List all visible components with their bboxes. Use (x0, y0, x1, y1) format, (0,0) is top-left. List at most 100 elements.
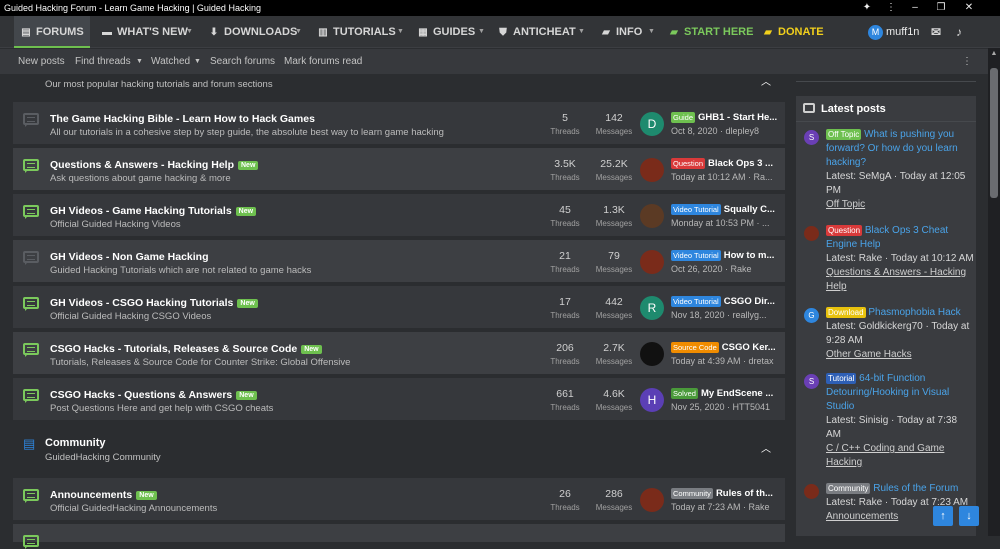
forum-node[interactable]: CSGO Hacks - Questions & Answers New Post … (13, 378, 785, 422)
last-post[interactable]: Video Tutorial CSGO Dir... Nov 18, 2020 · … (671, 296, 781, 320)
subnav-watched[interactable]: Watched (151, 49, 190, 74)
last-post[interactable]: Community Rules of th... Today at 7:23 AM… (671, 488, 781, 512)
category-header-community: ▤ Community GuidedHacking Community ︿ (13, 434, 785, 478)
comment-icon: ▬ (102, 27, 112, 38)
chevron-down-icon[interactable]: ▼ (186, 16, 193, 48)
avatar[interactable]: D (640, 112, 664, 136)
window-titlebar: Guided Hacking Forum - Learn Game Hackin… (0, 0, 1000, 16)
avatar[interactable]: H (640, 388, 664, 412)
scroll-bottom-button[interactable]: ↓ (959, 506, 979, 526)
mail-icon[interactable]: ✉ (931, 16, 941, 48)
forum-node[interactable]: GH Videos - CSGO Hacking Tutorials New Off… (13, 286, 785, 330)
subnav-search-forums[interactable]: Search forums (210, 49, 275, 74)
node-title[interactable]: CSGO Hacks - Questions & Answers New (50, 389, 257, 401)
prefix-badge: Question (826, 225, 863, 236)
more-icon[interactable]: ⋮ (880, 0, 902, 16)
node-title[interactable]: Announcements New (50, 489, 157, 501)
close-icon[interactable]: ✕ (958, 0, 980, 16)
forum-link[interactable]: Other Game Hacks (826, 349, 912, 360)
nav-guides[interactable]: ▦ GUIDES (417, 16, 475, 48)
message-count: 1.3K Messages (595, 204, 633, 228)
category-title[interactable]: Community (45, 437, 106, 449)
avatar[interactable]: R (640, 296, 664, 320)
chevron-down-icon[interactable]: ▼ (136, 49, 143, 74)
forum-node[interactable]: The Game Hacking Bible - Learn How to Ha… (13, 102, 785, 146)
chevron-down-icon[interactable]: ▼ (578, 16, 585, 48)
node-title[interactable]: CSGO Hacks - Tutorials, Releases & Sourc… (50, 343, 322, 355)
node-title[interactable]: GH Videos - Game Hacking Tutorials New (50, 205, 257, 217)
scroll-up-icon[interactable]: ▲ (988, 50, 1000, 57)
scrollbar[interactable]: ▲ (988, 48, 1000, 536)
nav-donate[interactable]: ▰ DONATE (762, 16, 824, 48)
message-count: 25.2K Messages (595, 158, 633, 182)
forum-link[interactable]: C / C++ Coding and Game Hacking (826, 443, 944, 468)
nav-downloads[interactable]: ⬇ DOWNLOADS (208, 16, 298, 48)
forum-node[interactable]: GH Videos - Non Game Hacking Guided Hacki… (13, 240, 785, 284)
chevron-down-icon[interactable]: ▼ (397, 16, 404, 48)
avatar[interactable] (804, 484, 819, 499)
node-title[interactable]: GH Videos - CSGO Hacking Tutorials New (50, 297, 258, 309)
nav-anticheat[interactable]: ⛊ ANTICHEAT (497, 16, 576, 48)
node-title[interactable]: GH Videos - Non Game Hacking (50, 251, 209, 263)
new-badge: New (236, 390, 257, 400)
last-post[interactable]: Video Tutorial Squally C... Monday at 10:5… (671, 204, 781, 228)
avatar[interactable] (640, 158, 664, 182)
forum-node-partial[interactable] (13, 524, 785, 549)
subnav-new-posts[interactable]: New posts (18, 49, 65, 74)
forum-node[interactable]: CSGO Hacks - Tutorials, Releases & Sourc… (13, 332, 785, 376)
chevron-down-icon[interactable]: ▼ (295, 16, 302, 48)
thread-link[interactable]: Rules of the Forum (873, 483, 958, 494)
thread-count: 661 Threads (550, 388, 580, 412)
nav-whats-new[interactable]: ▬ WHAT'S NEW (101, 16, 188, 48)
collapse-icon[interactable]: ︿ (761, 440, 771, 455)
node-title[interactable]: The Game Hacking Bible - Learn How to Ha… (50, 113, 315, 125)
scroll-top-button[interactable]: ↑ (933, 506, 953, 526)
prefix-badge: Source Code (671, 342, 719, 353)
chevron-down-icon[interactable]: ▼ (478, 16, 485, 48)
forum-link[interactable]: Off Topic (826, 199, 865, 210)
last-post[interactable]: Question Black Ops 3 ... Today at 10:12 AM… (671, 158, 781, 182)
minimize-icon[interactable]: – (904, 0, 926, 16)
restore-icon[interactable]: ❐ (930, 0, 952, 16)
node-desc: Tutorials, Releases & Source Code for Co… (50, 357, 351, 368)
avatar[interactable]: G (804, 308, 819, 323)
last-post[interactable]: Source Code CSGO Ker... Today at 4:39 AM ·… (671, 342, 781, 366)
last-post[interactable]: Video Tutorial How to m... Oct 26, 2020 · … (671, 250, 781, 274)
nav-tutorials[interactable]: ▥ TUTORIALS (317, 16, 395, 48)
avatar[interactable] (804, 226, 819, 241)
subnav-mark-read[interactable]: Mark forums read (284, 49, 362, 74)
last-post[interactable]: Solved My EndScene ... Nov 25, 2020 · HTT5… (671, 388, 781, 412)
avatar[interactable] (640, 250, 664, 274)
chevron-down-icon[interactable]: ▼ (194, 49, 201, 74)
more-vertical-icon[interactable]: ⋮ (962, 49, 972, 74)
node-desc: Ask questions about game hacking & more (50, 173, 231, 184)
avatar[interactable]: S (804, 130, 819, 145)
collapse-icon[interactable]: ︿ (761, 73, 771, 88)
chat-icon: ▤ (21, 27, 31, 38)
extension-icon[interactable]: ✦ (856, 0, 878, 16)
nav-start-here[interactable]: ▰ START HERE (668, 16, 753, 48)
nav-info[interactable]: ▰ INFO (600, 16, 642, 48)
user-menu[interactable]: Mmuff1n (868, 16, 919, 48)
avatar[interactable]: S (804, 374, 819, 389)
chevron-down-icon[interactable]: ▼ (648, 16, 655, 48)
nav-forums[interactable]: ▤ FORUMS (14, 16, 90, 48)
avatar[interactable] (640, 204, 664, 228)
sidebar-header: Latest posts (796, 96, 976, 122)
message-count: 286 Messages (595, 488, 633, 512)
node-title[interactable]: Questions & Answers - Hacking Help New (50, 159, 259, 171)
avatar[interactable] (640, 488, 664, 512)
forum-unread-icon (23, 389, 39, 403)
subnav-find-threads[interactable]: Find threads (75, 49, 131, 74)
nav-anticheat-label: ANTICHEAT (513, 26, 576, 38)
scroll-thumb[interactable] (990, 68, 998, 198)
last-post[interactable]: Guide GHB1 - Start He... Oct 8, 2020 · dle… (671, 112, 781, 136)
avatar[interactable] (640, 342, 664, 366)
thread-link[interactable]: Phasmophobia Hack (868, 307, 960, 318)
forum-link[interactable]: Questions & Answers - Hacking Help (826, 267, 966, 292)
forum-link[interactable]: Announcements (826, 511, 898, 522)
forum-node[interactable]: GH Videos - Game Hacking Tutorials New Off… (13, 194, 785, 238)
bell-icon[interactable]: ♪ (956, 16, 962, 48)
forum-node[interactable]: Announcements New Official GuidedHacking … (13, 478, 785, 522)
forum-node[interactable]: Questions & Answers - Hacking Help New Ask… (13, 148, 785, 192)
